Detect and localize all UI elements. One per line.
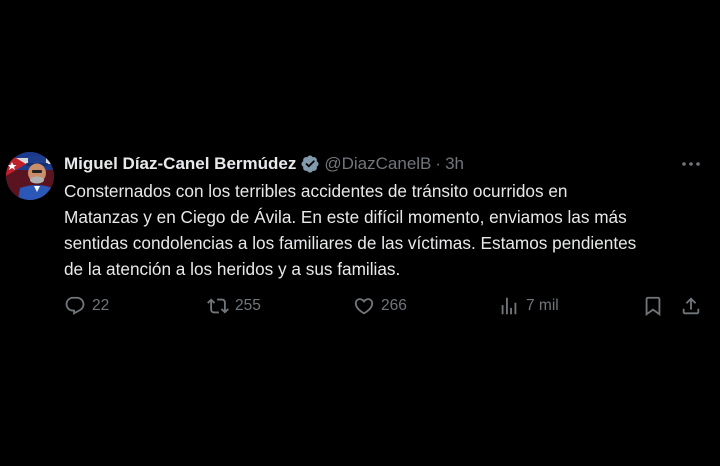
- views-count: 7 mil: [526, 297, 559, 314]
- tweet-text-line: sentidas condolencias a los familiares d…: [64, 233, 637, 253]
- separator-dot: ·: [435, 154, 442, 173]
- tweet[interactable]: Miguel Díaz-Canel Bermúdez @DiazCanelB ·…: [0, 0, 720, 466]
- tweet-header: Miguel Díaz-Canel Bermúdez @DiazCanelB ·…: [64, 153, 464, 175]
- like-count: 266: [381, 297, 407, 314]
- author-name[interactable]: Miguel Díaz-Canel Bermúdez: [64, 154, 296, 174]
- tweet-text: Consternados con los terribles accidente…: [64, 178, 714, 282]
- tweet-time[interactable]: 3h: [445, 154, 464, 174]
- reply-icon: [64, 295, 86, 317]
- reply-count: 22: [92, 297, 110, 314]
- repost-count: 255: [235, 297, 261, 314]
- tweet-text-line: Consternados con los terribles accidente…: [64, 181, 568, 201]
- avatar[interactable]: [6, 152, 54, 200]
- reply-button[interactable]: 22: [64, 292, 109, 320]
- tweet-text-line: Matanzas y en Ciego de Ávila. En este di…: [64, 207, 627, 227]
- avatar-image: [6, 152, 54, 200]
- views-icon: [498, 295, 520, 317]
- heart-icon: [353, 295, 375, 317]
- share-button[interactable]: [680, 292, 702, 320]
- tweet-text-line: de la atención a los heridos y a sus fam…: [64, 259, 401, 279]
- share-icon: [680, 295, 702, 317]
- like-button[interactable]: 266: [353, 292, 407, 320]
- repost-button[interactable]: 255: [207, 292, 261, 320]
- views-button[interactable]: 7 mil: [498, 292, 559, 320]
- repost-icon: [207, 295, 229, 317]
- more-icon[interactable]: [680, 156, 702, 172]
- bookmark-icon: [642, 295, 664, 317]
- tweet-actions: 22 255 266 7 mil: [0, 292, 720, 320]
- bookmark-button[interactable]: [642, 292, 664, 320]
- verified-badge-icon: [300, 154, 320, 174]
- author-handle[interactable]: @DiazCanelB: [324, 154, 431, 174]
